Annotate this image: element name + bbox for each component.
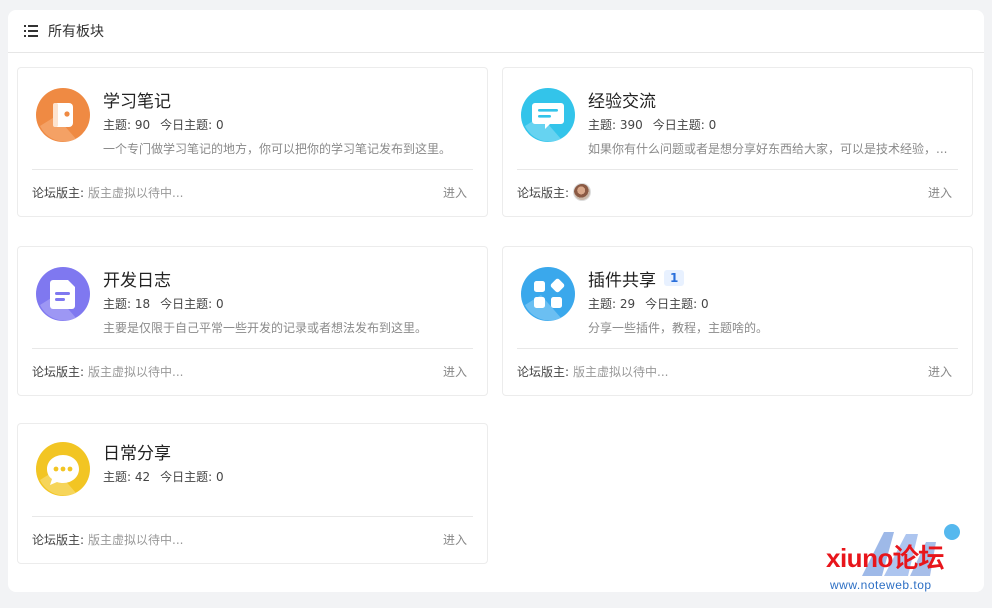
board-card-dev-log[interactable]: 开发日志 主题: 18 今日主题: 0 主要是仅限于自己平常一些开发的记录或者想法… — [17, 246, 488, 396]
board-stats: 主题: 42 今日主题: 0 — [103, 470, 224, 484]
enter-link[interactable]: 进入 — [928, 363, 952, 380]
board-description: 分享一些插件，教程，主题啥的。 — [588, 321, 769, 335]
board-name[interactable]: 日常分享 — [103, 439, 171, 464]
board-stats: 主题: 18 今日主题: 0 — [103, 297, 224, 311]
moderator-label: 论坛版主: — [32, 185, 85, 200]
board-card-study-notes[interactable]: 学习笔记 主题: 90 今日主题: 0 一个专门做学习笔记的地方，你可以把你的学习… — [17, 67, 488, 217]
board-name[interactable]: 插件共享 — [588, 266, 656, 291]
message-dots-icon[interactable] — [36, 442, 90, 496]
notebook-icon[interactable] — [36, 88, 90, 142]
moderator-value: 版主虚拟以待中... — [88, 532, 184, 547]
topic-count: 42 — [134, 470, 151, 484]
page-title: 所有板块 — [48, 24, 104, 40]
board-description: 一个专门做学习笔记的地方，你可以把你的学习笔记发布到这里。 — [103, 142, 452, 156]
board-stats: 主题: 90 今日主题: 0 — [103, 118, 224, 132]
today-count: 0 — [216, 118, 224, 132]
enter-link[interactable]: 进入 — [443, 363, 467, 380]
watermark-url: www.noteweb.top — [830, 578, 932, 592]
today-count: 0 — [216, 297, 224, 311]
watermark-text: xiuno论坛 — [826, 543, 944, 573]
enter-link[interactable]: 进入 — [928, 184, 952, 201]
board-name[interactable]: 学习笔记 — [103, 87, 171, 112]
moderator-value: 版主虚拟以待中... — [573, 364, 669, 379]
divider — [32, 169, 473, 170]
board-name[interactable]: 开发日志 — [103, 266, 171, 291]
board-card-plugins[interactable]: 插件共享 1 主题: 29 今日主题: 0 分享一些插件，教程，主题啥的。 论坛版… — [502, 246, 973, 396]
divider — [517, 169, 958, 170]
document-icon[interactable] — [36, 267, 90, 321]
topic-count: 390 — [619, 118, 643, 132]
board-stats: 主题: 29 今日主题: 0 — [588, 297, 709, 311]
apps-icon[interactable] — [521, 267, 575, 321]
chat-bubble-icon[interactable] — [521, 88, 575, 142]
enter-link[interactable]: 进入 — [443, 184, 467, 201]
list-icon — [24, 25, 38, 37]
moderator-label: 论坛版主: — [517, 185, 570, 200]
board-description: 如果你有什么问题或者是想分享好东西给大家，可以是技术经验，... — [588, 142, 948, 156]
new-topic-badge: 1 — [664, 270, 685, 286]
topic-count: 29 — [619, 297, 636, 311]
enter-link[interactable]: 进入 — [443, 531, 467, 548]
board-card-experience[interactable]: 经验交流 主题: 390 今日主题: 0 如果你有什么问题或者是想分享好东西给大家… — [502, 67, 973, 217]
topic-count: 90 — [134, 118, 151, 132]
panel-header: 所有板块 — [8, 10, 984, 53]
divider — [32, 516, 473, 517]
moderator-label: 论坛版主: — [32, 532, 85, 547]
today-count: 0 — [216, 470, 224, 484]
topic-count: 18 — [134, 297, 151, 311]
watermark: xiuno论坛 www.noteweb.top — [822, 524, 982, 596]
divider — [517, 348, 958, 349]
board-name[interactable]: 经验交流 — [588, 87, 656, 112]
moderator-value: 版主虚拟以待中... — [88, 185, 184, 200]
board-description: 主要是仅限于自己平常一些开发的记录或者想法发布到这里。 — [103, 321, 428, 335]
moderator-label: 论坛版主: — [32, 364, 85, 379]
board-card-daily-share[interactable]: 日常分享 主题: 42 今日主题: 0 论坛版主: 版主虚拟以待中... 进入 — [17, 423, 488, 564]
board-stats: 主题: 390 今日主题: 0 — [588, 118, 717, 132]
moderator-avatar[interactable] — [573, 183, 592, 201]
moderator-value: 版主虚拟以待中... — [88, 364, 184, 379]
today-count: 0 — [708, 118, 717, 132]
today-count: 0 — [701, 297, 709, 311]
divider — [32, 348, 473, 349]
moderator-label: 论坛版主: — [517, 364, 570, 379]
